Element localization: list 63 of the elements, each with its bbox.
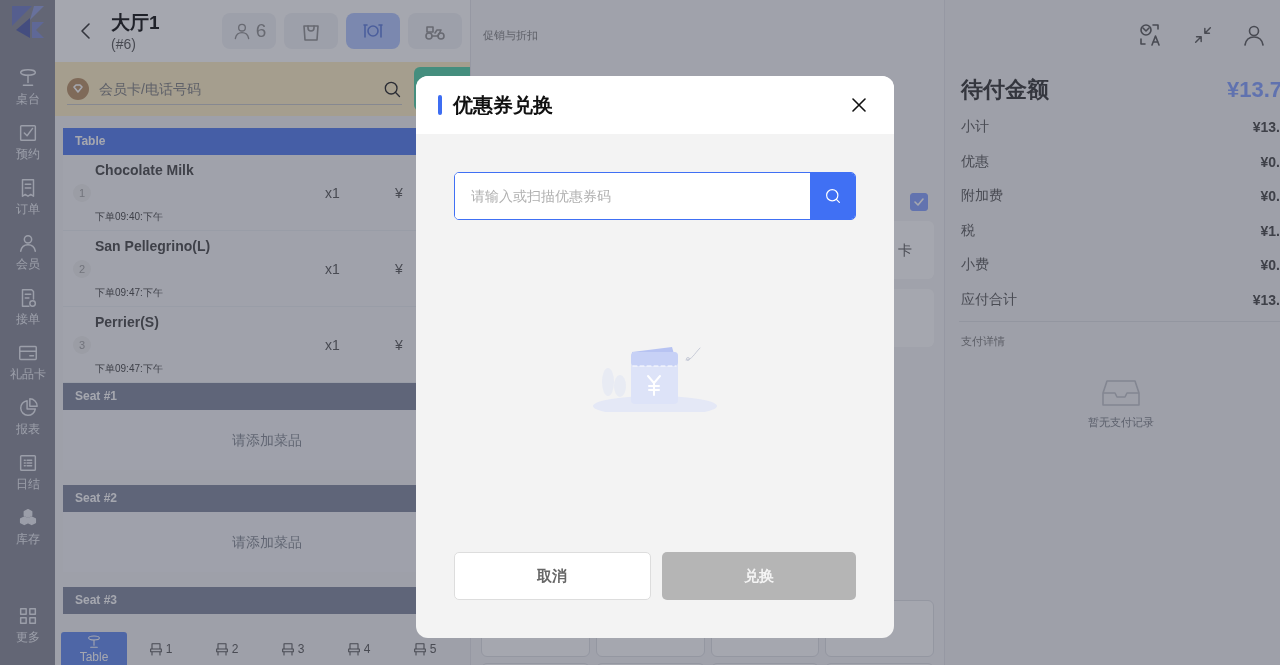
item-name: Perrier(S) bbox=[95, 313, 160, 330]
seat-tab[interactable]: 3 bbox=[259, 632, 325, 665]
summary-value: ¥0. bbox=[1260, 257, 1280, 274]
seat-tab[interactable]: Table bbox=[61, 632, 127, 665]
seat-tab[interactable]: 2 bbox=[193, 632, 259, 665]
close-icon bbox=[852, 98, 866, 112]
chair-icon bbox=[411, 640, 428, 657]
summary-label: 税 bbox=[961, 221, 975, 240]
chair-icon bbox=[213, 640, 230, 657]
check-icon bbox=[912, 195, 926, 209]
person-icon bbox=[1242, 23, 1266, 47]
seat-tab[interactable]: 4 bbox=[325, 632, 391, 665]
title-accent-bar bbox=[438, 95, 442, 115]
search-icon bbox=[823, 187, 842, 205]
cancel-button[interactable]: 取消 bbox=[454, 552, 651, 600]
summary-label: 小计 bbox=[961, 118, 989, 137]
close-button[interactable] bbox=[850, 96, 868, 114]
chevron-left-icon bbox=[79, 21, 93, 41]
guest-count-button[interactable]: 6 bbox=[222, 13, 276, 49]
summary-value: ¥0. bbox=[1260, 188, 1280, 205]
logo-icon bbox=[9, 4, 46, 40]
summary-value: ¥13. bbox=[1252, 291, 1280, 308]
chair-icon bbox=[279, 640, 296, 657]
summary-value: ¥13. bbox=[1252, 119, 1280, 136]
item-time: 下单09:47:下午 bbox=[95, 285, 164, 300]
item-time: 下单09:40:下午 bbox=[95, 209, 164, 224]
member-search-input[interactable]: 会员卡/电话号码 bbox=[97, 79, 374, 98]
item-name: Chocolate Milk bbox=[95, 161, 195, 178]
user-menu[interactable] bbox=[1242, 23, 1266, 47]
member-search-field[interactable]: 会员卡/电话号码 bbox=[67, 73, 402, 105]
summary-value: ¥0. bbox=[1260, 153, 1280, 170]
table-icon bbox=[86, 633, 102, 650]
seat-tab[interactable]: 1 bbox=[127, 632, 193, 665]
item-quantity: x1 bbox=[325, 184, 341, 201]
dialog-title: 优惠券兑换 bbox=[453, 92, 553, 118]
item-price: ¥ bbox=[395, 336, 403, 353]
item-name: San Pellegrino(L) bbox=[95, 237, 212, 254]
summary-label: 小费 bbox=[961, 256, 989, 275]
service-mode-button[interactable] bbox=[346, 13, 400, 49]
item-quantity: x1 bbox=[325, 336, 341, 353]
summary-value: ¥1. bbox=[1260, 222, 1280, 239]
item-price: ¥ bbox=[395, 184, 403, 201]
item-quantity: x1 bbox=[325, 260, 341, 277]
search-button[interactable] bbox=[810, 173, 855, 219]
service-mode-button[interactable] bbox=[284, 13, 338, 49]
service-mode-button[interactable] bbox=[408, 13, 462, 49]
table-name: 大厅1 bbox=[111, 11, 161, 35]
seat-tab[interactable]: 5 bbox=[391, 632, 457, 665]
summary-label: 应付合计 bbox=[961, 290, 1017, 309]
section-title: 促销与折扣 bbox=[483, 28, 538, 43]
collapse-icon bbox=[1192, 24, 1214, 46]
summary-label: 优惠 bbox=[961, 152, 989, 171]
inbox-icon bbox=[1100, 377, 1141, 409]
summary-label: 附加费 bbox=[961, 187, 1003, 206]
chair-icon bbox=[147, 640, 164, 657]
amount-due-label: 待付金额 bbox=[961, 76, 1049, 104]
checkbox[interactable] bbox=[910, 193, 928, 211]
chair-icon bbox=[345, 640, 362, 657]
empty-state-text: 暂无支付记录 bbox=[1087, 415, 1154, 430]
item-time: 下单09:47:下午 bbox=[95, 361, 164, 376]
item-price: ¥ bbox=[395, 260, 403, 277]
coupon-search-field[interactable]: 请输入或扫描优惠券码 bbox=[454, 172, 856, 220]
order-number: (#6) bbox=[111, 36, 137, 52]
